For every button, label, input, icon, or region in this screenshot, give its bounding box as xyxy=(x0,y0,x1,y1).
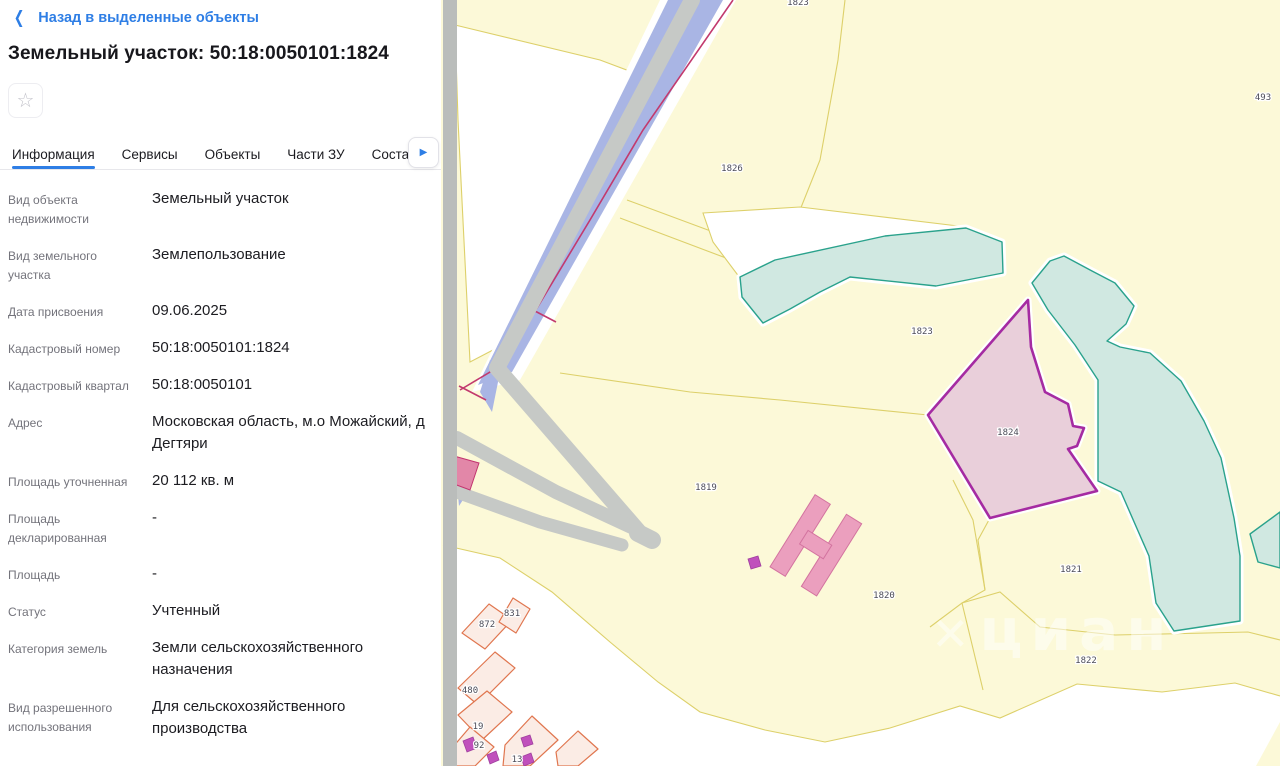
favorite-button[interactable]: ☆ xyxy=(8,83,43,118)
parcel-label-1824: 1824 xyxy=(997,428,1019,438)
star-icon: ☆ xyxy=(17,91,35,111)
field-label: Кадастровый квартал xyxy=(8,374,152,396)
field-row: Кадастровый номер50:18:0050101:1824 xyxy=(8,337,427,359)
tabs: ИнформацияСервисыОбъектыЧасти ЗУСостав xyxy=(0,139,441,169)
page-title: Земельный участок: 50:18:0050101:1824 xyxy=(0,26,441,65)
object-attributes: Вид объекта недвижимостиЗемельный участо… xyxy=(0,170,441,740)
field-label: Кадастровый номер xyxy=(8,337,152,359)
cadastral-viewer: ❮ Назад в выделенные объекты Земельный у… xyxy=(0,0,1280,766)
cadastral-map[interactable]: 1823 1826 493 1823 1824 1819 1820 1821 1822 872 83… xyxy=(441,0,1280,766)
field-value: Для сельскохозяйственного производства xyxy=(152,696,427,740)
field-row: Вид разрешенного использованияДля сельск… xyxy=(8,696,427,740)
field-row: Площадь уточненная20 112 кв. м xyxy=(8,470,427,492)
tab-Сервисы[interactable]: Сервисы xyxy=(122,139,178,169)
field-row: АдресМосковская область, м.о Можайский, … xyxy=(8,411,427,455)
parcel-label-1819: 1819 xyxy=(695,483,717,493)
field-value: Учтенный xyxy=(152,600,427,622)
field-label: Вид земельного участка xyxy=(8,244,152,285)
map-area: 1823 1826 493 1823 1824 1819 1820 1821 1822 872 83… xyxy=(441,0,1280,766)
field-label: Площадь xyxy=(8,563,152,585)
field-row: Дата присвоения09.06.2025 xyxy=(8,300,427,322)
field-label: Вид разрешенного использования xyxy=(8,696,152,740)
parcel-label-480: 480 xyxy=(462,686,478,696)
field-label: Адрес xyxy=(8,411,152,455)
field-value: - xyxy=(152,507,427,548)
field-row: Площадь декларированная- xyxy=(8,507,427,548)
back-chevron-icon: ❮ xyxy=(14,10,25,26)
edge-road xyxy=(443,0,457,766)
chevron-right-icon: ▶ xyxy=(420,148,428,158)
parcel-label-13: 13 xyxy=(512,755,523,765)
tabs-bar: ИнформацияСервисыОбъектыЧасти ЗУСостав ▶ xyxy=(0,139,441,170)
parcel-label-1821: 1821 xyxy=(1060,565,1082,575)
field-value: Земли сельскохозяйственного назначения xyxy=(152,637,427,681)
field-value: 09.06.2025 xyxy=(152,300,427,322)
object-info-panel: ❮ Назад в выделенные объекты Земельный у… xyxy=(0,0,441,766)
field-row: Площадь- xyxy=(8,563,427,585)
field-label: Площадь уточненная xyxy=(8,470,152,492)
parcel-label-1820: 1820 xyxy=(873,591,895,601)
field-row: Кадастровый квартал50:18:0050101 xyxy=(8,374,427,396)
field-label: Площадь декларированная xyxy=(8,507,152,548)
parcel-label-872: 872 xyxy=(479,620,495,630)
field-row: Категория земельЗемли сельскохозяйственн… xyxy=(8,637,427,681)
parcel-label-493: 493 xyxy=(1255,93,1271,103)
parcel-label-1823: 1823 xyxy=(787,0,809,8)
field-value: 20 112 кв. м xyxy=(152,470,427,492)
field-value: Земельный участок xyxy=(152,188,427,229)
field-value: Землепользование xyxy=(152,244,427,285)
field-row: Вид объекта недвижимостиЗемельный участо… xyxy=(8,188,427,229)
parcel-label-1826: 1826 xyxy=(721,164,743,174)
parcel-label-19: 19 xyxy=(473,722,484,732)
field-label: Дата присвоения xyxy=(8,300,152,322)
field-label: Статус xyxy=(8,600,152,622)
field-row: Вид земельного участкаЗемлепользование xyxy=(8,244,427,285)
field-value: 50:18:0050101:1824 xyxy=(152,337,427,359)
tab-Информация[interactable]: Информация xyxy=(12,139,95,169)
field-label: Категория земель xyxy=(8,637,152,681)
parcel-label-831: 831 xyxy=(504,609,520,619)
field-value: 50:18:0050101 xyxy=(152,374,427,396)
field-row: СтатусУчтенный xyxy=(8,600,427,622)
tabs-scroll-right-button[interactable]: ▶ xyxy=(408,137,439,168)
field-value: Московская область, м.о Можайский, д Дег… xyxy=(152,411,427,455)
field-value: - xyxy=(152,563,427,585)
tab-Части ЗУ[interactable]: Части ЗУ xyxy=(287,139,344,169)
back-link-label: Назад в выделенные объекты xyxy=(38,10,259,26)
back-link[interactable]: ❮ Назад в выделенные объекты xyxy=(0,0,441,26)
parcel-label-92: 92 xyxy=(474,741,485,751)
tab-Объекты[interactable]: Объекты xyxy=(205,139,261,169)
field-label: Вид объекта недвижимости xyxy=(8,188,152,229)
parcel-label-1822: 1822 xyxy=(1075,656,1097,666)
parcel-label-1823: 1823 xyxy=(911,327,933,337)
